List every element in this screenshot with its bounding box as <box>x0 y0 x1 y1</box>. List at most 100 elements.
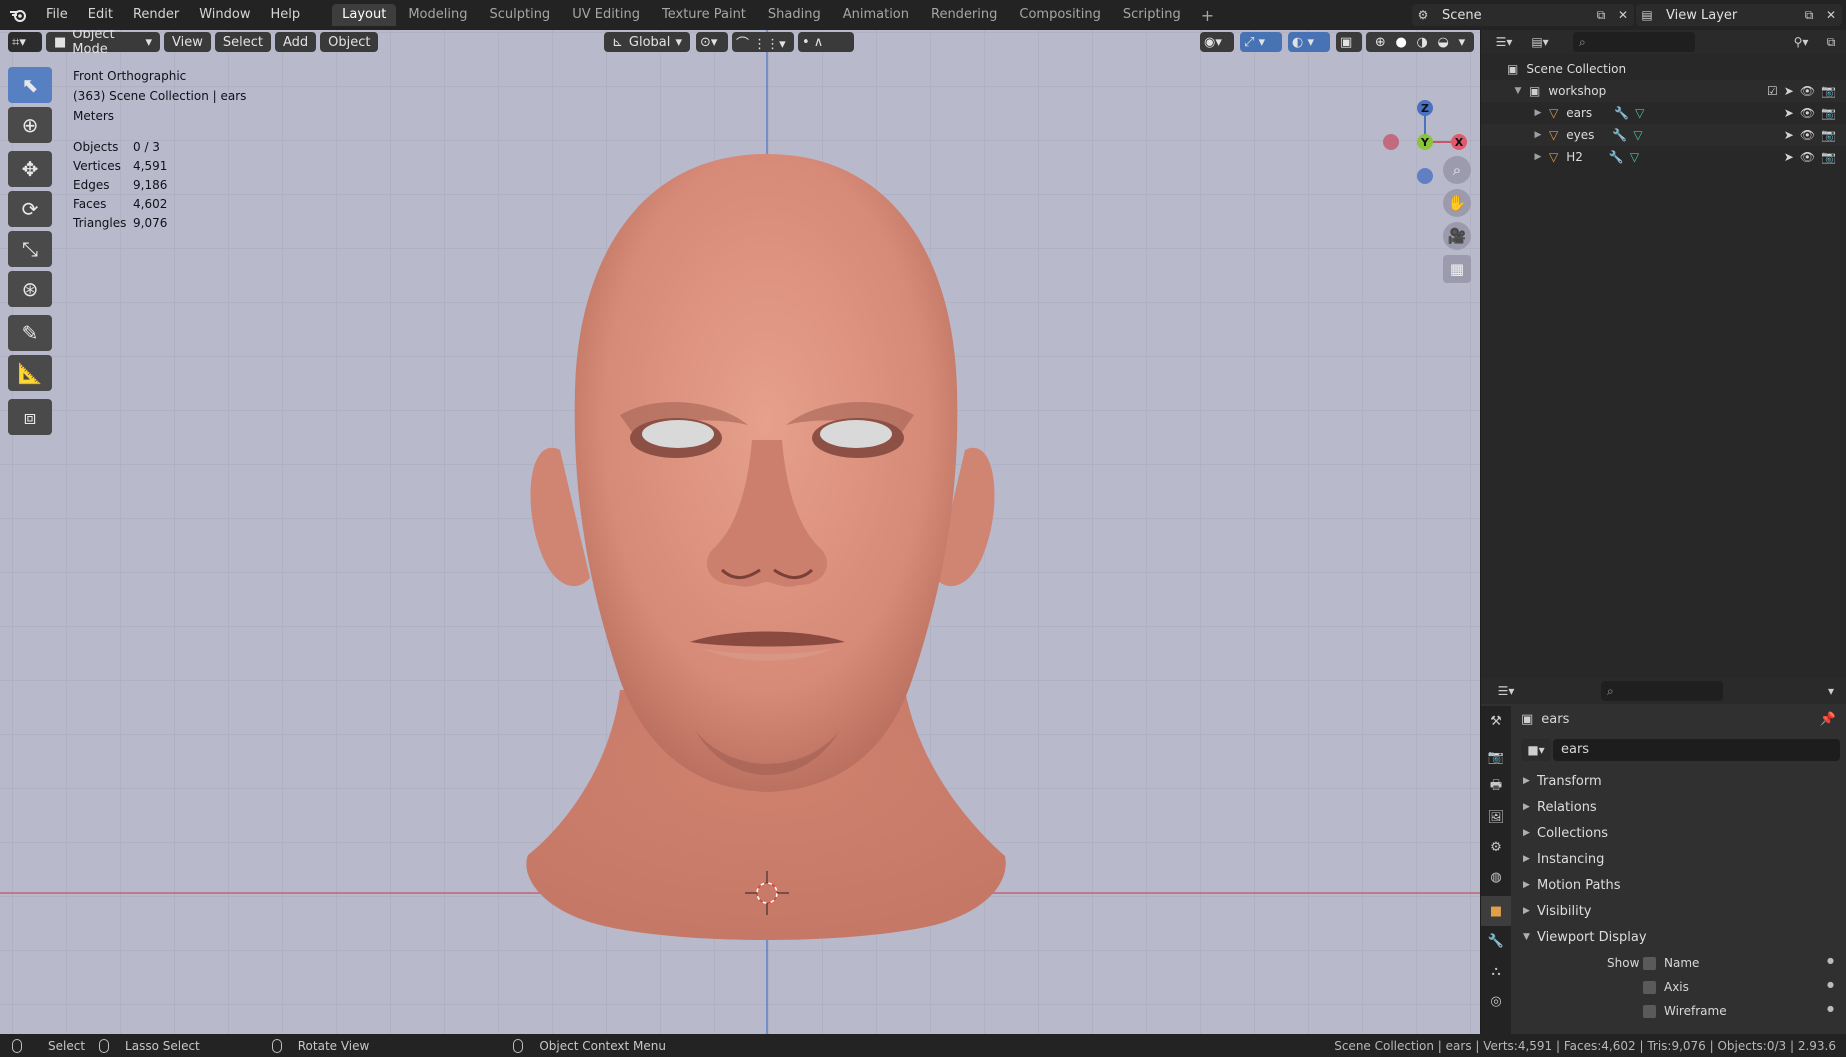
render-properties-icon[interactable]: 📷 <box>1481 742 1511 772</box>
panel-instancing[interactable]: ▶ Instancing <box>1511 846 1846 872</box>
outliner-row-ears[interactable]: ▶ ▽ ears 🔧 ▽ ➤ 👁 📷 <box>1481 102 1846 124</box>
editor-type-icon[interactable]: ☰▾ <box>1489 31 1519 53</box>
show-name-checkbox[interactable]: Name <box>1643 956 1699 970</box>
object-name-field[interactable]: ears <box>1553 739 1840 761</box>
mesh-data-icon[interactable]: ▽ <box>1635 106 1644 120</box>
orientation-selector[interactable]: ⊾ Global ▾ <box>604 32 690 52</box>
filter-icon[interactable]: ⚲▾ <box>1786 31 1816 53</box>
xray-icon[interactable]: ▣ <box>1336 32 1362 52</box>
visibility-icon[interactable]: ◉▾ <box>1200 32 1234 52</box>
proportional-editing-icon[interactable]: • ∧ <box>798 32 854 52</box>
keyframe-dot-icon[interactable]: ● <box>1827 980 1834 989</box>
selectable-arrow-icon[interactable]: ➤ <box>1784 128 1794 142</box>
editor-type-icon[interactable]: ⌗▾ <box>8 32 42 52</box>
snap-icon[interactable]: ⌒ ⋮⋮▾ <box>732 32 794 52</box>
tab-shading[interactable]: Shading <box>758 4 831 26</box>
panel-relations[interactable]: ▶ Relations <box>1511 794 1846 820</box>
select-menu[interactable]: Select <box>214 32 271 52</box>
expand-icon[interactable]: ▼ <box>1511 86 1525 96</box>
zoom-icon[interactable]: ⌕ <box>1443 156 1471 184</box>
tab-compositing[interactable]: Compositing <box>1009 4 1111 26</box>
expand-icon[interactable]: ▶ <box>1531 108 1545 118</box>
3d-viewport[interactable]: ⌗▾ ■ Object Mode ▾ View Select Add Objec… <box>0 30 1480 1034</box>
panel-motion-paths[interactable]: ▶ Motion Paths <box>1511 872 1846 898</box>
checkbox-icon[interactable] <box>1643 956 1656 970</box>
mesh-data-icon[interactable]: ▽ <box>1630 150 1639 164</box>
view-menu[interactable]: View <box>164 32 211 52</box>
show-wireframe-checkbox[interactable]: Wireframe <box>1643 1004 1727 1018</box>
move-tool-icon[interactable]: ✥ <box>8 151 52 187</box>
tab-modeling[interactable]: Modeling <box>398 4 477 26</box>
new-collection-icon[interactable]: ⧉ <box>1820 31 1842 53</box>
outliner-search-input[interactable]: ⌕ <box>1573 32 1695 52</box>
eye-icon[interactable]: 👁 <box>1800 84 1815 98</box>
object-type-icon[interactable]: ■▾ <box>1521 739 1551 761</box>
cursor-tool-icon[interactable]: ⊕ <box>8 107 52 143</box>
tab-animation[interactable]: Animation <box>833 4 919 26</box>
tab-scripting[interactable]: Scripting <box>1113 4 1191 26</box>
rotate-tool-icon[interactable]: ⟳ <box>8 191 52 227</box>
menu-file[interactable]: File <box>36 0 78 30</box>
scale-tool-icon[interactable]: ⤡ <box>8 231 52 267</box>
scene-properties-icon[interactable]: ⚙ <box>1481 832 1511 862</box>
outliner-row-h2[interactable]: ▶ ▽ H2 🔧 ▽ ➤ 👁 📷 <box>1481 146 1846 168</box>
menu-edit[interactable]: Edit <box>78 0 123 30</box>
outliner-row-eyes[interactable]: ▶ ▽ eyes 🔧 ▽ ➤ 👁 📷 <box>1481 124 1846 146</box>
pivot-point-icon[interactable]: ⊙▾ <box>696 32 728 52</box>
panel-viewport-display[interactable]: ▼ Viewport Display <box>1511 924 1846 950</box>
menu-window[interactable]: Window <box>189 0 260 30</box>
camera-icon[interactable]: 📷 <box>1821 106 1836 120</box>
perspective-grid-icon[interactable]: ▦ <box>1443 255 1471 283</box>
delete-view-layer-icon[interactable]: ✕ <box>1820 4 1842 26</box>
new-scene-icon[interactable]: ⧉ <box>1590 4 1612 26</box>
modifier-wrench-icon[interactable]: 🔧 <box>1614 106 1629 120</box>
blender-logo-icon[interactable] <box>0 0 36 30</box>
gizmo-icon[interactable]: ⤢ ▾ <box>1240 32 1282 52</box>
camera-icon[interactable]: 📷 <box>1821 150 1836 164</box>
eye-icon[interactable]: 👁 <box>1800 128 1815 142</box>
tab-texture-paint[interactable]: Texture Paint <box>652 4 756 26</box>
pan-hand-icon[interactable]: ✋ <box>1443 189 1471 217</box>
scene-selector[interactable]: ⚙ Scene ⧉ ✕ <box>1412 4 1634 26</box>
show-axis-checkbox[interactable]: Axis <box>1643 980 1689 994</box>
selectable-arrow-icon[interactable]: ➤ <box>1784 84 1794 98</box>
chevron-down-icon[interactable]: ▾ <box>1820 680 1842 702</box>
solid-shading-icon[interactable]: ● <box>1395 35 1406 50</box>
tab-layout[interactable]: Layout <box>332 4 397 26</box>
tool-settings-icon[interactable]: ⚒ <box>1481 706 1511 736</box>
annotate-tool-icon[interactable]: ✎ <box>8 315 52 351</box>
object-menu[interactable]: Object <box>320 32 379 52</box>
selectable-arrow-icon[interactable]: ➤ <box>1784 150 1794 164</box>
tab-uv-editing[interactable]: UV Editing <box>562 4 650 26</box>
camera-icon[interactable]: 📷 <box>1821 128 1836 142</box>
mesh-data-icon[interactable]: ▽ <box>1633 128 1642 142</box>
modifier-wrench-icon[interactable]: 🔧 <box>1612 128 1627 142</box>
head-model[interactable] <box>526 154 1006 940</box>
panel-collections[interactable]: ▶ Collections <box>1511 820 1846 846</box>
camera-view-icon[interactable]: 🎥 <box>1443 222 1471 250</box>
wireframe-shading-icon[interactable]: ⊕ <box>1375 35 1386 50</box>
output-properties-icon[interactable]: 🖶 <box>1481 772 1511 802</box>
world-properties-icon[interactable]: ◍ <box>1481 862 1511 892</box>
expand-icon[interactable]: ▶ <box>1531 152 1545 162</box>
keyframe-dot-icon[interactable]: ● <box>1827 1004 1834 1013</box>
modifier-wrench-icon[interactable]: 🔧 <box>1609 150 1624 164</box>
tab-rendering[interactable]: Rendering <box>921 4 1007 26</box>
modifier-properties-icon[interactable]: 🔧 <box>1481 926 1511 956</box>
scene-name[interactable]: Scene <box>1442 8 1482 23</box>
add-workspace-button[interactable]: + <box>1193 6 1222 25</box>
camera-icon[interactable]: 📷 <box>1821 84 1836 98</box>
overlays-icon[interactable]: ◐ ▾ <box>1288 32 1330 52</box>
exclude-checkbox-icon[interactable]: ☑ <box>1767 84 1778 98</box>
add-cube-tool-icon[interactable]: ⧈ <box>8 399 52 435</box>
mode-selector[interactable]: ■ Object Mode ▾ <box>46 30 160 57</box>
delete-scene-icon[interactable]: ✕ <box>1612 4 1634 26</box>
checkbox-icon[interactable] <box>1643 980 1656 994</box>
pin-icon[interactable]: 📌 <box>1820 712 1836 727</box>
eye-icon[interactable]: 👁 <box>1800 150 1815 164</box>
transform-tool-icon[interactable]: ⊛ <box>8 271 52 307</box>
expand-icon[interactable]: ▶ <box>1531 130 1545 140</box>
menu-render[interactable]: Render <box>123 0 189 30</box>
selectable-arrow-icon[interactable]: ➤ <box>1784 106 1794 120</box>
select-box-tool-icon[interactable]: ⬉ <box>8 67 52 103</box>
